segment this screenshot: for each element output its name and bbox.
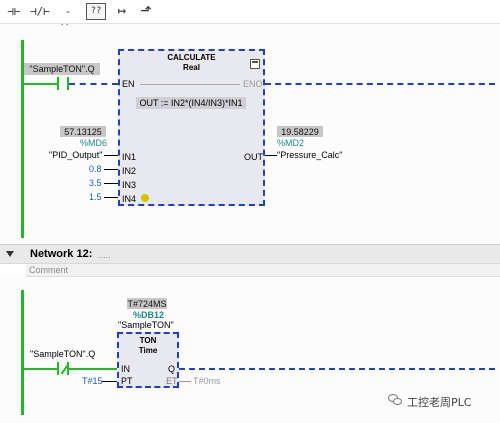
close-branch-icon[interactable]: ⬏ (136, 3, 156, 20)
in4-label: IN4 (122, 194, 137, 204)
nc-wire-left (23, 368, 57, 370)
en-wire (69, 83, 118, 85)
in3-value[interactable]: 3.5 (89, 178, 102, 189)
in3-wire (104, 183, 118, 184)
in1-label: IN1 (122, 152, 137, 162)
eno-wire (265, 83, 495, 85)
in4-wire (104, 197, 118, 198)
add-input-icon[interactable] (141, 194, 149, 202)
et-value[interactable]: T#0ms (193, 376, 221, 387)
ton-block[interactable]: TON Time IN PT Q ET (117, 332, 179, 388)
ton-q-wire (179, 368, 495, 370)
pt-value[interactable]: T#15 (82, 376, 103, 387)
en-label: EN (122, 79, 135, 89)
coil-icon[interactable]: -()- (56, 3, 80, 35)
power-rail-12 (21, 290, 24, 415)
calculate-block[interactable]: CALCULATE Real EN ENO OUT := IN2*(IN4/IN… (118, 49, 265, 206)
comment-text: Comment (29, 265, 69, 275)
contact-tag-label: "SampleTON".Q (24, 63, 100, 75)
out-tag[interactable]: "Pressure_Calc" (277, 150, 342, 161)
ton-instance-value: T#724MS (127, 298, 167, 309)
no-contact-symbol[interactable] (57, 77, 69, 90)
network-12-title-text[interactable]: ..... (98, 250, 111, 261)
no-contact-icon[interactable]: ⊣⊢ (4, 3, 24, 20)
wechat-logo-icon (388, 394, 402, 406)
ton-pt-label: PT (121, 376, 133, 386)
network-12-header[interactable]: Network 12: ..... (0, 244, 500, 264)
nc-wire-right (69, 368, 118, 370)
formula-text: OUT := IN2*(IN4/IN3)*IN1 (139, 98, 243, 108)
out-address: %MD2 (277, 138, 305, 148)
in2-value[interactable]: 0.8 (89, 164, 102, 175)
pt-wire (102, 381, 117, 382)
calculator-icon[interactable] (250, 59, 260, 69)
network-12-title: Network 12: (30, 248, 93, 260)
nc-contact-icon[interactable]: ⊣/⊢ (30, 3, 50, 20)
ton-title: TON (139, 336, 157, 345)
empty-box-icon[interactable]: ?? (86, 3, 106, 20)
en-separator (140, 84, 240, 85)
out-wire (265, 155, 277, 156)
in3-label: IN3 (122, 180, 137, 190)
in1-value: 57.13125 (60, 126, 106, 137)
nc-contact-tag[interactable]: "SampleTON".Q (30, 349, 95, 360)
in2-wire (104, 169, 118, 170)
out-value: 19.58229 (277, 126, 323, 137)
in4-value[interactable]: 1.5 (89, 192, 102, 203)
ton-instance-name[interactable]: "SampleTON" (118, 320, 174, 331)
open-branch-icon[interactable]: ↦ (112, 3, 132, 20)
contact-wire-left (23, 83, 57, 85)
network-12-comment[interactable]: Comment (26, 264, 500, 277)
in1-tag[interactable]: "PID_Output" (49, 150, 102, 161)
ton-type: Time (138, 346, 158, 355)
et-wire (179, 381, 191, 382)
out-label: OUT (244, 152, 263, 162)
watermark-text: 工控老周PLC (407, 396, 472, 409)
in1-wire (104, 155, 118, 156)
ton-q-label: Q (168, 364, 176, 374)
in1-address: %MD6 (80, 138, 108, 148)
ton-et-label: ET (166, 376, 178, 386)
ladder-toolbar: ⊣⊢ ⊣/⊢ -()- ?? ↦ ⬏ (0, 0, 500, 35)
nc-contact-symbol[interactable] (57, 362, 70, 375)
formula-box[interactable]: OUT := IN2*(IN4/IN3)*IN1 (136, 97, 246, 109)
eno-label: ENO (243, 79, 263, 89)
in2-label: IN2 (122, 166, 137, 176)
calculate-title: CALCULATE (167, 53, 216, 62)
ton-in-label: IN (121, 364, 130, 374)
calculate-type: Real (183, 63, 200, 72)
collapse-triangle-icon[interactable] (6, 251, 14, 257)
